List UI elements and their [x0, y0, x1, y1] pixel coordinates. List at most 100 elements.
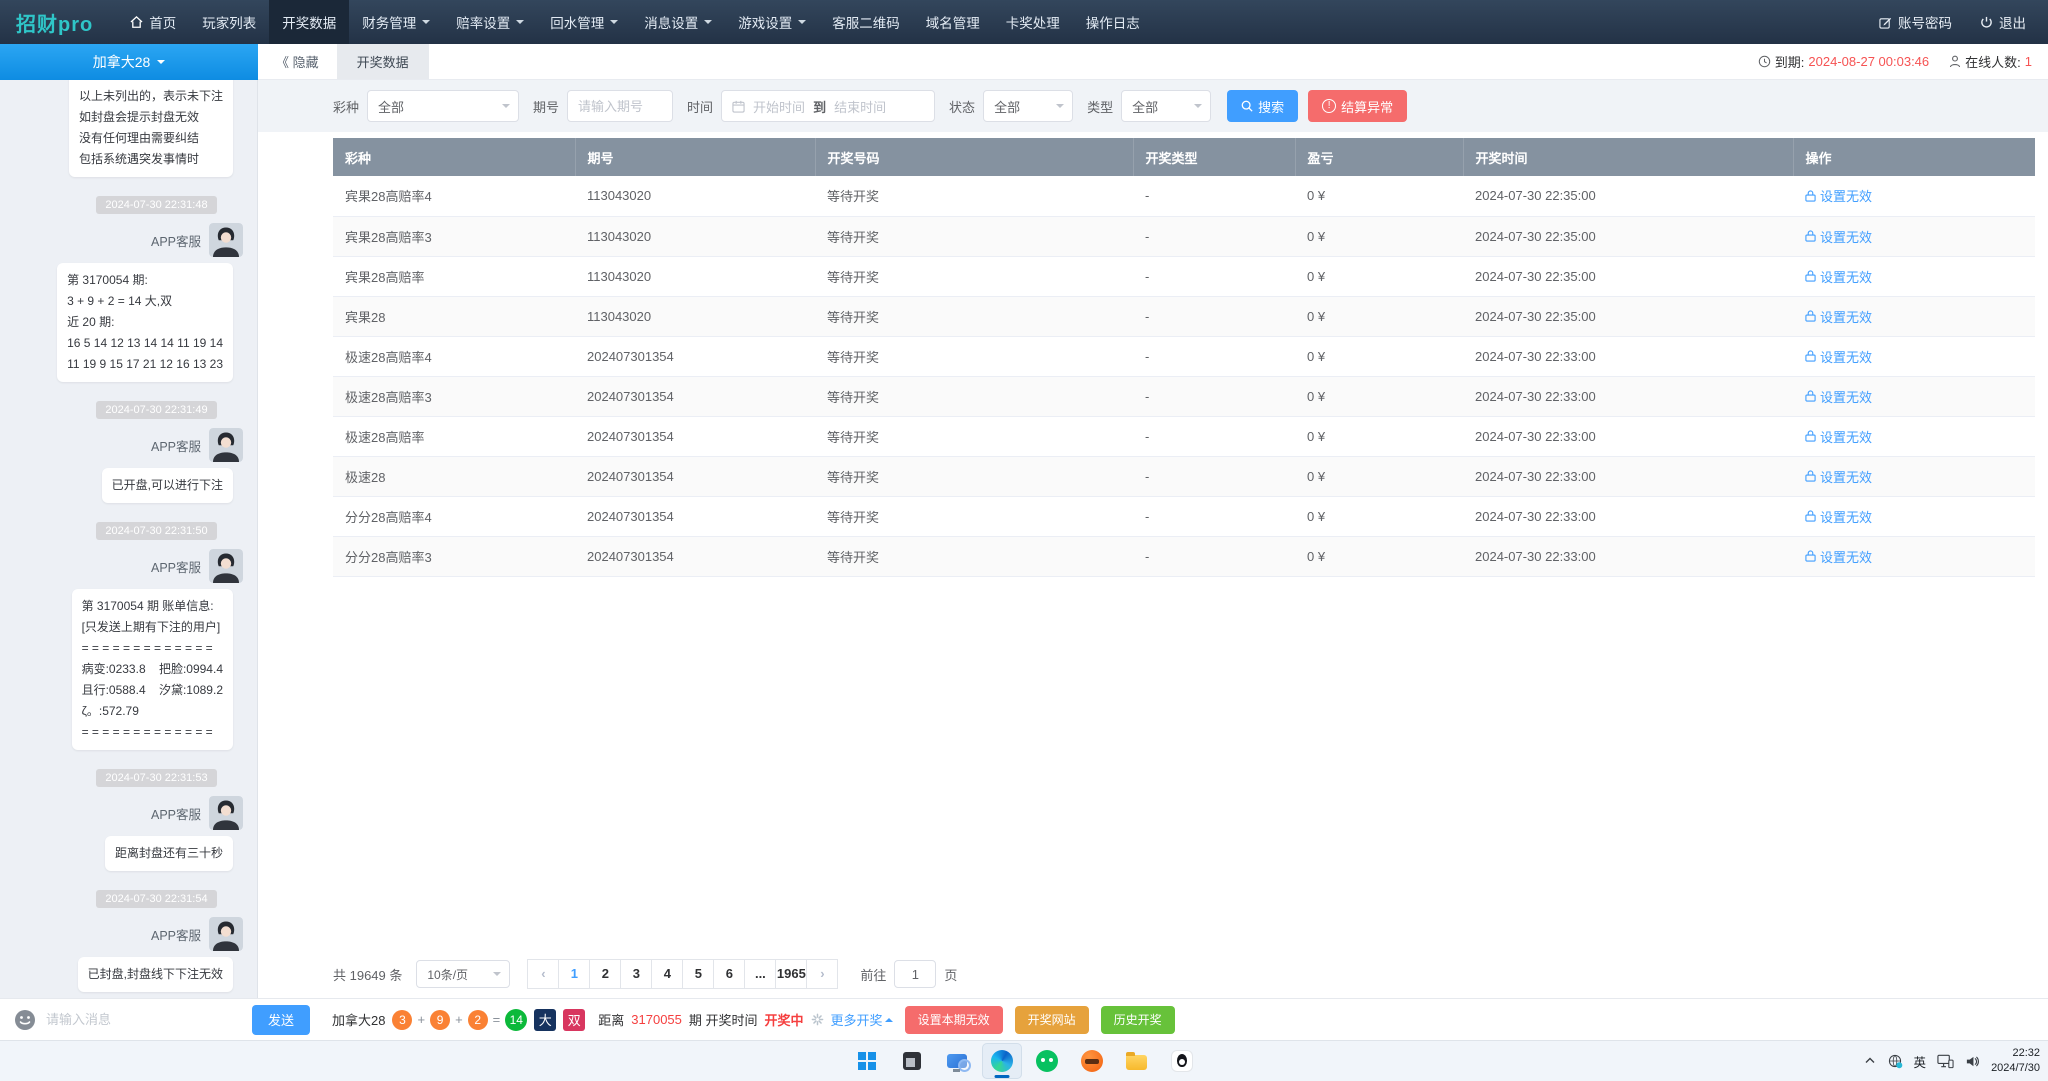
sub-header: 加拿大28 《 隐藏 开奖数据 到期: 2024-08-27 00:03:46 …	[0, 44, 2048, 80]
nav-item[interactable]: 回水管理	[537, 0, 631, 44]
page-number[interactable]: 4	[651, 959, 683, 989]
nav-item-label: 首页	[149, 12, 176, 32]
filter-status-select[interactable]: 全部	[983, 90, 1073, 122]
set-invalid-link[interactable]: 设置无效	[1805, 427, 1872, 446]
set-invalid-link[interactable]: 设置无效	[1805, 467, 1872, 486]
message-timestamp: 2024-07-30 22:31:50	[96, 522, 216, 540]
history-draws-button[interactable]: 历史开奖	[1101, 1006, 1175, 1034]
pagination: 共 19649 条 10条/页 ‹123456...1965› 前往 页	[258, 950, 2048, 998]
page-number[interactable]: 5	[682, 959, 714, 989]
set-invalid-link[interactable]: 设置无效	[1805, 387, 1872, 406]
page-number[interactable]: 3	[620, 959, 652, 989]
globe-sync-icon[interactable]	[1887, 1053, 1903, 1069]
draw-website-button[interactable]: 开奖网站	[1015, 1006, 1089, 1034]
cell-lottery: 极速28高赔率	[333, 416, 575, 456]
hide-sidebar-button[interactable]: 《 隐藏	[258, 52, 337, 71]
parity-badge: 双	[563, 1009, 585, 1031]
set-invalid-link[interactable]: 设置无效	[1805, 347, 1872, 366]
lock-icon	[1805, 510, 1816, 522]
set-invalid-link[interactable]: 设置无效	[1805, 267, 1872, 286]
cell-issue: 113043020	[575, 216, 815, 256]
account-password-button[interactable]: 账号密码	[1879, 12, 1952, 32]
nav-item[interactable]: 域名管理	[913, 0, 993, 44]
page-number[interactable]: 6	[713, 959, 745, 989]
nav-item[interactable]: 消息设置	[631, 0, 725, 44]
filter-date-range[interactable]: 开始时间 到 结束时间	[721, 90, 935, 122]
more-draws-link[interactable]: 更多开奖	[831, 1010, 893, 1029]
invalidate-current-issue-button[interactable]: 设置本期无效	[905, 1006, 1003, 1034]
column-header: 开奖类型	[1133, 138, 1295, 176]
edge-icon[interactable]	[982, 1043, 1022, 1079]
lottery-selector[interactable]: 加拿大28	[0, 44, 258, 80]
prev-page-button[interactable]: ‹	[527, 959, 559, 989]
start-icon[interactable]	[847, 1043, 887, 1079]
nav-item[interactable]: 游戏设置	[725, 0, 819, 44]
filter-type-select[interactable]: 全部	[1121, 90, 1211, 122]
cell-issue: 202407301354	[575, 456, 815, 496]
nav-item[interactable]: 开奖数据	[269, 0, 349, 44]
ime-badge[interactable]: 英	[1914, 1052, 1927, 1071]
taskbar-clock[interactable]: 22:32 2024/7/30	[1991, 1046, 2040, 1076]
cell-numbers: 等待开奖	[815, 416, 1133, 456]
nav-item[interactable]: 客服二维码	[819, 0, 913, 44]
cell-numbers: 等待开奖	[815, 216, 1133, 256]
dark-app-icon[interactable]	[892, 1043, 932, 1079]
volume-icon[interactable]	[1965, 1054, 1980, 1069]
filter-issue-input[interactable]	[567, 90, 673, 122]
page-unit-label: 页	[944, 965, 957, 984]
search-button[interactable]: 搜索	[1227, 90, 1298, 122]
set-invalid-link[interactable]: 设置无效	[1805, 547, 1872, 566]
network-display-icon[interactable]	[1937, 1054, 1954, 1069]
wechat-icon[interactable]	[1027, 1043, 1067, 1079]
page-number[interactable]: 1	[558, 959, 590, 989]
cell-lottery: 分分28高赔率3	[333, 536, 575, 576]
calendar-icon	[732, 100, 745, 113]
plus-sign: +	[455, 1012, 463, 1027]
nav-item[interactable]: 卡奖处理	[993, 0, 1073, 44]
nav-item[interactable]: 财务管理	[349, 0, 443, 44]
orange-app-icon[interactable]	[1072, 1043, 1112, 1079]
page-ellipsis[interactable]: ...	[744, 959, 776, 989]
clock-icon	[1758, 55, 1771, 68]
nav-item[interactable]: 赔率设置	[443, 0, 537, 44]
set-invalid-link[interactable]: 设置无效	[1805, 186, 1872, 205]
column-header: 盈亏	[1295, 138, 1463, 176]
logout-label: 退出	[1999, 12, 2026, 32]
chat-message-list[interactable]: 已封盘,封盘线下下注无效2024-07-30 22:31:48有新客服消息GOA…	[12, 80, 245, 998]
remote-app-icon[interactable]	[937, 1043, 977, 1079]
set-invalid-link[interactable]: 设置无效	[1805, 507, 1872, 526]
qq-icon[interactable]	[1162, 1043, 1202, 1079]
chat-message-input[interactable]	[46, 1012, 252, 1027]
next-page-button[interactable]: ›	[806, 959, 838, 989]
cell-numbers: 等待开奖	[815, 256, 1133, 296]
lock-icon	[1805, 470, 1816, 482]
filter-lottery-select[interactable]: 全部	[367, 90, 519, 122]
chevron-up-icon[interactable]	[1864, 1055, 1876, 1067]
folder-icon[interactable]	[1117, 1043, 1157, 1079]
chat-input-area	[0, 1009, 252, 1031]
table-row: 极速28高赔率3202407301354等待开奖-0 ¥2024-07-30 2…	[333, 376, 2035, 416]
nav-item[interactable]: 玩家列表	[189, 0, 269, 44]
page-number[interactable]: 1965	[775, 959, 807, 989]
nav-item[interactable]: 首页	[117, 0, 189, 44]
cell-type: -	[1133, 496, 1295, 536]
taskbar-time: 22:32	[1991, 1046, 2040, 1061]
nav-item-label: 客服二维码	[832, 12, 900, 32]
cell-type: -	[1133, 416, 1295, 456]
per-page-select[interactable]: 10条/页	[416, 960, 510, 988]
account-password-label: 账号密码	[1898, 12, 1952, 32]
emoji-icon[interactable]	[14, 1009, 36, 1031]
set-invalid-link[interactable]: 设置无效	[1805, 307, 1872, 326]
tab-draw-data[interactable]: 开奖数据	[337, 44, 429, 79]
nav-item[interactable]: 操作日志	[1073, 0, 1153, 44]
column-header: 操作	[1793, 138, 2035, 176]
set-invalid-link[interactable]: 设置无效	[1805, 227, 1872, 246]
page-number[interactable]: 2	[589, 959, 621, 989]
settlement-abnormal-button[interactable]: ! 结算异常	[1308, 90, 1407, 122]
table-body: 宾果28高赔率4113043020等待开奖-0 ¥2024-07-30 22:3…	[333, 176, 2035, 576]
goto-page-input[interactable]	[894, 960, 936, 988]
send-message-button[interactable]: 发送	[252, 1005, 310, 1035]
logout-button[interactable]: 退出	[1980, 12, 2026, 32]
cell-time: 2024-07-30 22:33:00	[1463, 336, 1793, 376]
chat-message: 2024-07-30 22:31:49APP客服已开盘,可以进行下注	[12, 388, 245, 509]
